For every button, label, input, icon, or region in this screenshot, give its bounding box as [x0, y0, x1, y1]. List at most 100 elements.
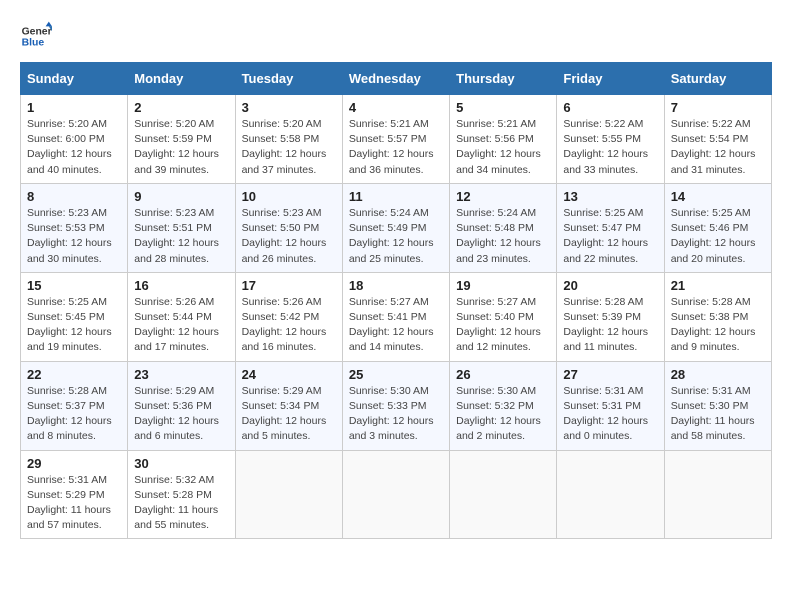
- day-number: 1: [27, 100, 121, 115]
- day-number: 16: [134, 278, 228, 293]
- day-info: Sunrise: 5:23 AM Sunset: 5:53 PM Dayligh…: [27, 206, 121, 267]
- svg-text:General: General: [22, 26, 52, 37]
- empty-cell: [450, 450, 557, 539]
- day-number: 19: [456, 278, 550, 293]
- day-info: Sunrise: 5:24 AM Sunset: 5:48 PM Dayligh…: [456, 206, 550, 267]
- day-number: 14: [671, 189, 765, 204]
- day-cell-23: 23 Sunrise: 5:29 AM Sunset: 5:36 PM Dayli…: [128, 361, 235, 450]
- day-info: Sunrise: 5:32 AM Sunset: 5:28 PM Dayligh…: [134, 473, 228, 534]
- day-number: 9: [134, 189, 228, 204]
- day-info: Sunrise: 5:30 AM Sunset: 5:33 PM Dayligh…: [349, 384, 443, 445]
- day-cell-17: 17 Sunrise: 5:26 AM Sunset: 5:42 PM Dayli…: [235, 272, 342, 361]
- day-info: Sunrise: 5:27 AM Sunset: 5:41 PM Dayligh…: [349, 295, 443, 356]
- day-cell-16: 16Sunrise: 5:26 AM Sunset: 5:44 PM Dayli…: [128, 272, 235, 361]
- day-cell-28: 28Sunrise: 5:31 AM Sunset: 5:30 PM Dayli…: [664, 361, 771, 450]
- day-info: Sunrise: 5:31 AM Sunset: 5:31 PM Dayligh…: [563, 384, 657, 445]
- day-number: 15: [27, 278, 121, 293]
- day-number: 25: [349, 367, 443, 382]
- day-info: Sunrise: 5:24 AM Sunset: 5:49 PM Dayligh…: [349, 206, 443, 267]
- day-cell-25: 25 Sunrise: 5:30 AM Sunset: 5:33 PM Dayli…: [342, 361, 449, 450]
- day-cell-24: 24 Sunrise: 5:29 AM Sunset: 5:34 PM Dayli…: [235, 361, 342, 450]
- day-info: Sunrise: 5:25 AM Sunset: 5:45 PM Dayligh…: [27, 295, 121, 356]
- day-info: Sunrise: 5:31 AM Sunset: 5:29 PM Dayligh…: [27, 473, 121, 534]
- column-header-wednesday: Wednesday: [342, 63, 449, 95]
- day-number: 30: [134, 456, 228, 471]
- day-info: Sunrise: 5:29 AM Sunset: 5:36 PM Dayligh…: [134, 384, 228, 445]
- calendar-row: 29 Sunrise: 5:31 AM Sunset: 5:29 PM Dayli…: [21, 450, 772, 539]
- day-info: Sunrise: 5:21 AM Sunset: 5:57 PM Dayligh…: [349, 117, 443, 178]
- day-number: 4: [349, 100, 443, 115]
- day-info: Sunrise: 5:20 AM Sunset: 5:58 PM Dayligh…: [242, 117, 336, 178]
- empty-cell: [557, 450, 664, 539]
- empty-cell: [664, 450, 771, 539]
- day-number: 21: [671, 278, 765, 293]
- empty-cell: [342, 450, 449, 539]
- day-info: Sunrise: 5:25 AM Sunset: 5:46 PM Dayligh…: [671, 206, 765, 267]
- day-info: Sunrise: 5:23 AM Sunset: 5:50 PM Dayligh…: [242, 206, 336, 267]
- day-number: 27: [563, 367, 657, 382]
- day-info: Sunrise: 5:29 AM Sunset: 5:34 PM Dayligh…: [242, 384, 336, 445]
- day-cell-19: 19Sunrise: 5:27 AM Sunset: 5:40 PM Dayli…: [450, 272, 557, 361]
- column-header-thursday: Thursday: [450, 63, 557, 95]
- day-number: 17: [242, 278, 336, 293]
- day-info: Sunrise: 5:22 AM Sunset: 5:54 PM Dayligh…: [671, 117, 765, 178]
- day-number: 23: [134, 367, 228, 382]
- day-number: 24: [242, 367, 336, 382]
- day-cell-8: 8 Sunrise: 5:23 AM Sunset: 5:53 PM Daylig…: [21, 183, 128, 272]
- day-cell-4: 4 Sunrise: 5:21 AM Sunset: 5:57 PM Daylig…: [342, 95, 449, 184]
- day-cell-9: 9 Sunrise: 5:23 AM Sunset: 5:51 PM Daylig…: [128, 183, 235, 272]
- day-info: Sunrise: 5:26 AM Sunset: 5:42 PM Dayligh…: [242, 295, 336, 356]
- day-cell-18: 18 Sunrise: 5:27 AM Sunset: 5:41 PM Dayli…: [342, 272, 449, 361]
- svg-text:Blue: Blue: [22, 38, 45, 49]
- empty-cell: [235, 450, 342, 539]
- day-number: 29: [27, 456, 121, 471]
- column-header-tuesday: Tuesday: [235, 63, 342, 95]
- day-number: 22: [27, 367, 121, 382]
- day-info: Sunrise: 5:20 AM Sunset: 5:59 PM Dayligh…: [134, 117, 228, 178]
- day-cell-10: 10Sunrise: 5:23 AM Sunset: 5:50 PM Dayli…: [235, 183, 342, 272]
- column-header-friday: Friday: [557, 63, 664, 95]
- day-number: 7: [671, 100, 765, 115]
- day-cell-1: 1Sunrise: 5:20 AM Sunset: 6:00 PM Daylig…: [21, 95, 128, 184]
- day-number: 13: [563, 189, 657, 204]
- calendar-row: 22 Sunrise: 5:28 AM Sunset: 5:37 PM Dayli…: [21, 361, 772, 450]
- day-cell-3: 3 Sunrise: 5:20 AM Sunset: 5:58 PM Daylig…: [235, 95, 342, 184]
- day-number: 18: [349, 278, 443, 293]
- day-cell-14: 14 Sunrise: 5:25 AM Sunset: 5:46 PM Dayli…: [664, 183, 771, 272]
- day-number: 3: [242, 100, 336, 115]
- day-cell-22: 22 Sunrise: 5:28 AM Sunset: 5:37 PM Dayli…: [21, 361, 128, 450]
- calendar-row: 1Sunrise: 5:20 AM Sunset: 6:00 PM Daylig…: [21, 95, 772, 184]
- day-number: 12: [456, 189, 550, 204]
- column-header-monday: Monday: [128, 63, 235, 95]
- logo-icon: General Blue: [20, 20, 52, 52]
- day-number: 8: [27, 189, 121, 204]
- day-cell-29: 29 Sunrise: 5:31 AM Sunset: 5:29 PM Dayli…: [21, 450, 128, 539]
- column-header-sunday: Sunday: [21, 63, 128, 95]
- column-header-saturday: Saturday: [664, 63, 771, 95]
- day-number: 2: [134, 100, 228, 115]
- day-cell-27: 27 Sunrise: 5:31 AM Sunset: 5:31 PM Dayli…: [557, 361, 664, 450]
- day-info: Sunrise: 5:21 AM Sunset: 5:56 PM Dayligh…: [456, 117, 550, 178]
- day-info: Sunrise: 5:28 AM Sunset: 5:39 PM Dayligh…: [563, 295, 657, 356]
- day-cell-2: 2 Sunrise: 5:20 AM Sunset: 5:59 PM Daylig…: [128, 95, 235, 184]
- logo: General Blue: [20, 20, 36, 52]
- day-info: Sunrise: 5:23 AM Sunset: 5:51 PM Dayligh…: [134, 206, 228, 267]
- day-info: Sunrise: 5:28 AM Sunset: 5:37 PM Dayligh…: [27, 384, 121, 445]
- day-cell-15: 15 Sunrise: 5:25 AM Sunset: 5:45 PM Dayli…: [21, 272, 128, 361]
- day-cell-6: 6Sunrise: 5:22 AM Sunset: 5:55 PM Daylig…: [557, 95, 664, 184]
- day-info: Sunrise: 5:28 AM Sunset: 5:38 PM Dayligh…: [671, 295, 765, 356]
- day-cell-5: 5 Sunrise: 5:21 AM Sunset: 5:56 PM Daylig…: [450, 95, 557, 184]
- day-number: 6: [563, 100, 657, 115]
- calendar-table: SundayMondayTuesdayWednesdayThursdayFrid…: [20, 62, 772, 539]
- calendar-row: 15 Sunrise: 5:25 AM Sunset: 5:45 PM Dayli…: [21, 272, 772, 361]
- day-number: 11: [349, 189, 443, 204]
- day-number: 5: [456, 100, 550, 115]
- day-cell-13: 13Sunrise: 5:25 AM Sunset: 5:47 PM Dayli…: [557, 183, 664, 272]
- page-header: General Blue: [20, 20, 772, 52]
- day-cell-12: 12 Sunrise: 5:24 AM Sunset: 5:48 PM Dayli…: [450, 183, 557, 272]
- day-cell-7: 7 Sunrise: 5:22 AM Sunset: 5:54 PM Daylig…: [664, 95, 771, 184]
- calendar-row: 8 Sunrise: 5:23 AM Sunset: 5:53 PM Daylig…: [21, 183, 772, 272]
- day-info: Sunrise: 5:30 AM Sunset: 5:32 PM Dayligh…: [456, 384, 550, 445]
- day-number: 20: [563, 278, 657, 293]
- day-cell-11: 11 Sunrise: 5:24 AM Sunset: 5:49 PM Dayli…: [342, 183, 449, 272]
